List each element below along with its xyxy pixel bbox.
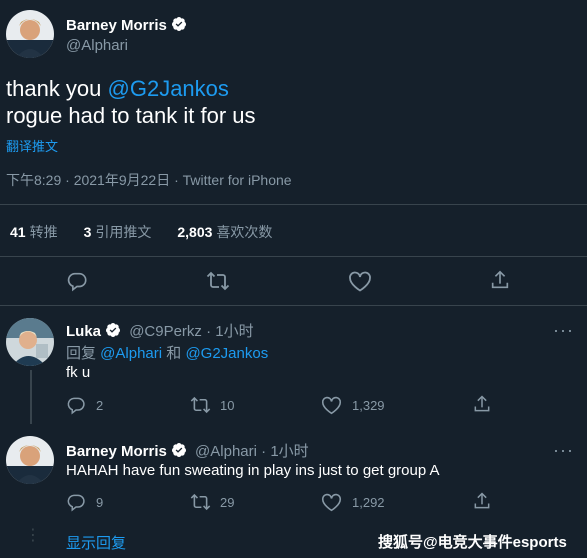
like-icon[interactable] [321, 395, 342, 415]
mention-link[interactable]: @G2Jankos [108, 76, 229, 101]
more-options-icon[interactable]: ··· [553, 441, 574, 459]
reply-count: 2 [96, 398, 104, 413]
tweet-text-line-1: thank you @G2Jankos [6, 75, 256, 102]
reply-author-name[interactable]: Luka [66, 323, 101, 340]
share-icon[interactable] [472, 394, 492, 414]
like-icon[interactable] [348, 270, 372, 292]
avatar[interactable] [6, 436, 54, 484]
watermark: 搜狐号@电竞大事件esports [378, 534, 567, 551]
reply-author-handle[interactable]: @C9Perkz [129, 323, 202, 340]
replying-to-mention-2[interactable]: @G2Jankos [185, 345, 268, 362]
divider [0, 305, 587, 306]
retweets-stat[interactable]: 41 转推 [10, 222, 58, 242]
more-options-icon[interactable]: ··· [553, 321, 574, 339]
verified-badge-icon [105, 322, 121, 338]
author-name-text[interactable]: Barney Morris [66, 17, 167, 34]
reply-text: HAHAH have fun sweating in play ins just… [66, 462, 440, 479]
tweet-timestamp[interactable]: 下午8:29 · 2021年9月22日 · Twitter for iPhone [6, 170, 292, 190]
retweet-icon[interactable] [190, 395, 211, 415]
author-name[interactable]: Barney Morris [66, 16, 187, 34]
reply-header: Barney Morris @Alphari · 1小时 [66, 440, 309, 461]
reply-header: Luka @C9Perkz · 1小时 [66, 320, 254, 341]
likes-label: 喜欢次数 [216, 224, 273, 240]
reply-text: fk u [66, 364, 91, 381]
reply-author-handle[interactable]: @Alphari [195, 443, 257, 460]
divider [0, 256, 587, 257]
separator-dot: · [206, 323, 216, 340]
retweets-count: 41 [10, 224, 26, 240]
likes-stat[interactable]: 2,803 喜欢次数 [177, 222, 272, 242]
tweet-stats: 41 转推 3 引用推文 2,803 喜欢次数 [10, 222, 272, 242]
retweet-icon[interactable] [190, 492, 211, 512]
reply-count: 9 [96, 495, 104, 510]
replying-to-prefix: 回复 [66, 345, 101, 362]
like-count: 1,292 [352, 495, 385, 510]
retweet-count: 29 [220, 495, 235, 510]
tweet-text-prefix: thank you [6, 76, 108, 101]
reply-time[interactable]: 1小时 [270, 443, 308, 460]
quotes-stat[interactable]: 3 引用推文 [84, 222, 152, 242]
retweet-count: 10 [220, 398, 235, 413]
thread-line [30, 370, 32, 424]
verified-badge-icon [171, 442, 187, 458]
divider [0, 204, 587, 205]
tweet-text-line-2: rogue had to tank it for us [6, 103, 256, 128]
retweet-icon[interactable] [206, 270, 230, 292]
replying-to-and: 和 [162, 345, 186, 362]
reply-author-name[interactable]: Barney Morris [66, 443, 167, 460]
reply-time[interactable]: 1小时 [215, 323, 253, 340]
tweet-text: thank you @G2Jankos rogue had to tank it… [6, 75, 256, 129]
like-count: 1,329 [352, 398, 385, 413]
avatar[interactable] [6, 10, 54, 58]
translate-link[interactable]: 翻译推文 [6, 136, 58, 155]
quotes-label: 引用推文 [95, 224, 152, 240]
share-icon[interactable] [489, 269, 511, 291]
share-icon[interactable] [472, 491, 492, 511]
replying-to-mention-1[interactable]: @Alphari [100, 345, 162, 362]
author-handle[interactable]: @Alphari [66, 37, 128, 54]
retweets-label: 转推 [29, 224, 58, 240]
separator-dot: · [261, 443, 271, 460]
like-icon[interactable] [321, 492, 342, 512]
likes-count: 2,803 [177, 224, 213, 240]
avatar[interactable] [6, 318, 54, 366]
verified-badge-icon [171, 16, 187, 32]
reply-icon[interactable] [66, 492, 86, 512]
show-replies-link[interactable]: 显示回复 [66, 532, 126, 553]
reply-icon[interactable] [66, 270, 88, 292]
quotes-count: 3 [83, 224, 92, 240]
reply-icon[interactable] [66, 395, 86, 415]
replying-to: 回复 @Alphari 和 @G2Jankos [66, 342, 268, 363]
thread-dots-icon: ⋮ [25, 527, 41, 544]
